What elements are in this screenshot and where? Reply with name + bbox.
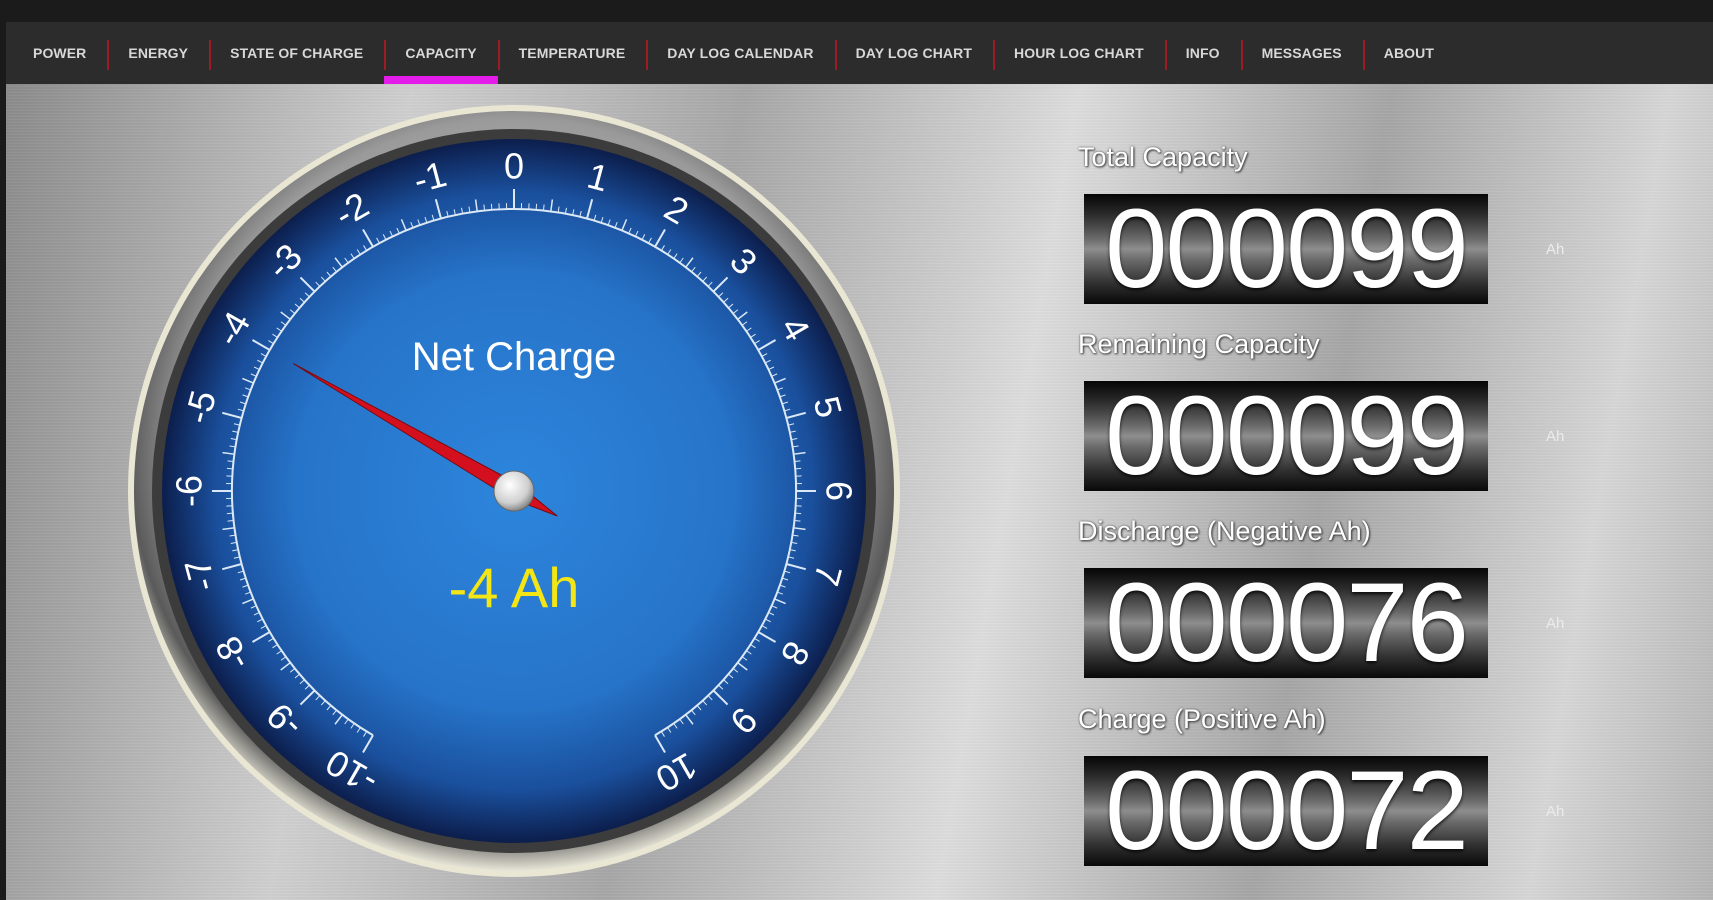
tab-day-log-calendar[interactable]: DAY LOG CALENDAR [646,22,834,84]
discharge-unit: Ah [1546,615,1565,632]
gauge-svg: -10-9-8-7-6-5-4-3-2-1 0 12345678910 Net Ch… [128,105,900,877]
discharge-label: Discharge (Negative Ah) [1078,516,1371,546]
charge-counter: 000072 [1084,756,1488,866]
remaining-capacity-counter: 000099 [1084,381,1488,491]
charge-label: Charge (Positive Ah) [1078,704,1326,734]
tab-bar: POWER ENERGY STATE OF CHARGE CAPACITY TE… [6,22,1713,84]
tab-messages[interactable]: MESSAGES [1240,22,1363,84]
gauge-tick [794,460,801,463]
gauge-title: Net Charge [412,335,617,379]
tab-capacity[interactable]: CAPACITY [384,22,498,84]
total-capacity-counter: 000099 [1084,194,1488,304]
tab-day-log-chart[interactable]: DAY LOG CHART [834,22,993,84]
gauge-tick-label: -6 [169,475,210,507]
charge-unit: Ah [1546,803,1565,820]
gauge-tick [227,519,234,522]
tab-temperature[interactable]: TEMPERATURE [497,22,647,84]
capacity-panel: -10 -9 -8 -7 -6 -5 -4 -3 -2 -1 0 1 2 3 4 5 6 7 8 9 10 Net Ch… [6,84,1713,900]
tab-power[interactable]: POWER [12,22,107,84]
discharge-counter: 000076 [1084,568,1488,678]
gauge-tick [542,204,545,211]
tab-info[interactable]: INFO [1164,22,1241,84]
gauge-tick [483,204,486,211]
remaining-capacity-label: Remaining Capacity [1078,329,1320,359]
gauge-tick [794,519,801,522]
status-bar [0,0,1713,22]
total-capacity-unit: Ah [1546,241,1565,258]
gauge-needle-hub [493,470,535,512]
tab-about[interactable]: ABOUT [1362,22,1455,84]
gauge-tick-label: 0 [504,146,524,187]
gauge-tick-label: 6 [819,481,860,501]
remaining-capacity-unit: Ah [1546,428,1565,445]
tab-energy[interactable]: ENERGY [107,22,209,84]
total-capacity-label: Total Capacity [1078,142,1248,172]
net-charge-gauge: -10 -9 -8 -7 -6 -5 -4 -3 -2 -1 0 1 2 3 4 5 6 7 8 9 10 Net Ch… [124,104,904,878]
gauge-value-readout: -4 Ah [449,556,580,619]
tab-state-of-charge[interactable]: STATE OF CHARGE [209,22,384,84]
tab-hour-log-chart[interactable]: HOUR LOG CHART [993,22,1165,84]
gauge-tick [227,460,234,463]
